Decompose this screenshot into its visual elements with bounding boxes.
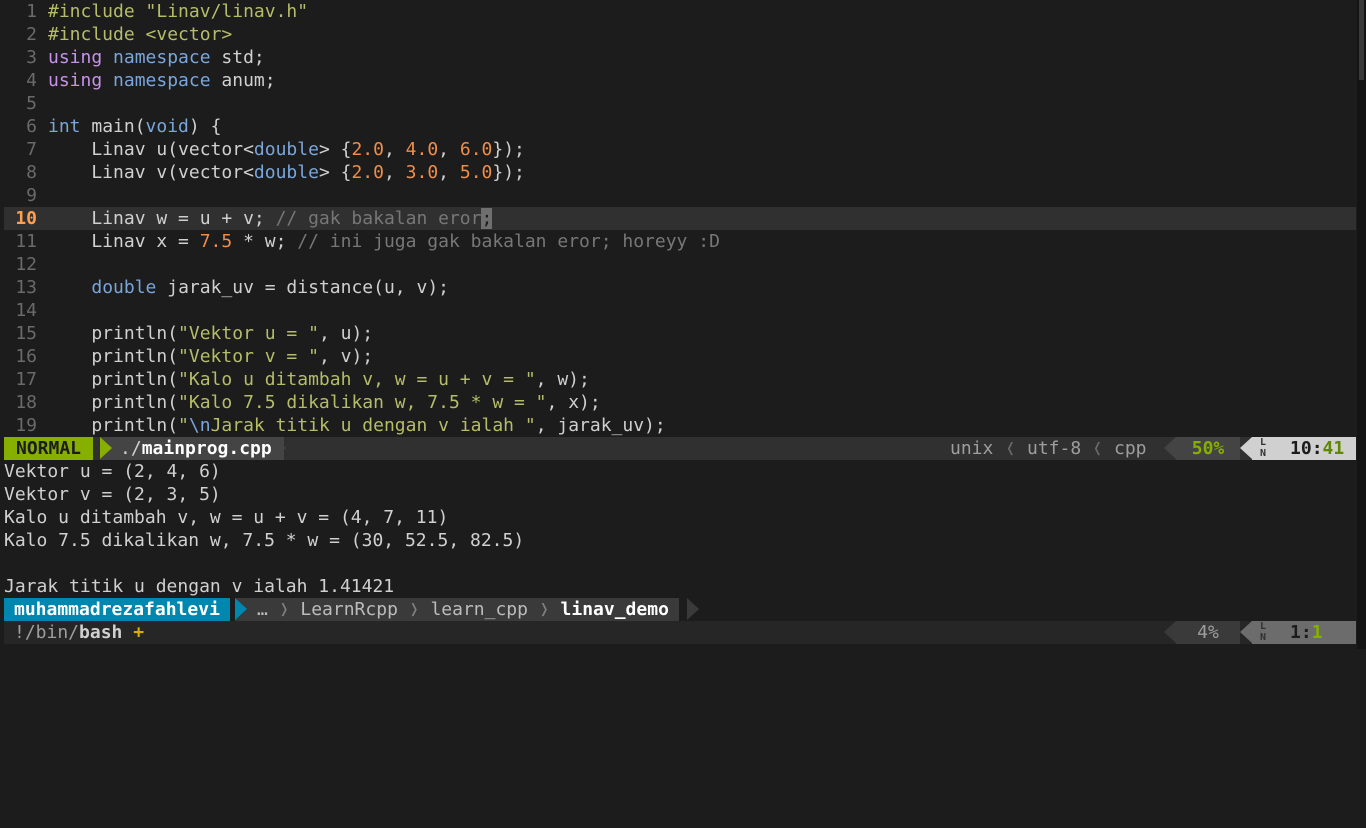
mode-indicator: NORMAL [4,437,94,460]
code-line: 8 Linav v(vector<double> {2.0, 3.0, 5.0}… [4,161,1356,184]
powerline-arrow-icon [100,437,112,459]
output-line: Vektor u = (2, 4, 6) [4,461,221,482]
chevron-right-icon: ❭ [278,599,290,620]
powerline-arrow-icon [235,598,247,620]
powerline-arrow-icon [274,437,286,459]
line-number-icon: LN [1260,621,1267,643]
code-editor[interactable]: 1 #include "Linav/linav.h" 2 #include <vec… [4,0,1356,437]
shell-name: !/bin/bash + [14,622,145,643]
line-number: 17 [15,369,37,390]
fileformat: unix [950,438,994,459]
code-line: 9 [4,184,1356,207]
code-line: 14 [4,299,1356,322]
code-line: 17 println("Kalo u ditambah v, w = u + v… [4,368,1356,391]
code-line: 19 println("\nJarak titik u dengan v ial… [4,414,1356,437]
code-line: 11 Linav x = 7.5 * w; // ini juga gak ba… [4,230,1356,253]
line-number: 10 [15,208,37,229]
code-line: 5 [4,92,1356,115]
code-line: 4 using namespace anum; [4,69,1356,92]
scrollbar[interactable] [1357,0,1366,649]
modified-indicator: + [133,622,145,643]
text-cursor: ; [481,208,493,229]
line-number: 19 [15,415,37,436]
line-number: 9 [26,185,37,206]
terminal-output: Vektor u = (2, 4, 6) Vektor v = (2, 3, 5… [4,460,1356,598]
code-line: 1 #include "Linav/linav.h" [4,0,1356,23]
line-number: 1 [26,1,37,22]
line-number-icon: LN [1260,437,1267,459]
output-line: Kalo 7.5 dikalikan w, 7.5 * w = (30, 52.… [4,530,525,551]
line-number: 6 [26,116,37,137]
powerline-arrow-icon [1240,621,1252,643]
powerline-arrow-icon [1164,621,1176,643]
line-number: 13 [15,277,37,298]
scroll-percent: 4% [1176,621,1240,644]
vim-statusline: NORMAL ./mainprog.cpp unix ❬ utf-8 ❬ cpp… [4,437,1356,460]
file-path[interactable]: ./mainprog.cpp [100,437,284,460]
prompt-user: muhammadrezafahlevi [4,598,230,621]
filetype: cpp [1114,438,1147,459]
code-line: 7 Linav u(vector<double> {2.0, 4.0, 6.0}… [4,138,1356,161]
encoding: utf-8 [1027,438,1082,459]
line-number: 4 [26,70,37,91]
code-line: 13 double jarak_uv = distance(u, v); [4,276,1356,299]
line-number: 5 [26,93,37,114]
scroll-percent: 50% [1176,437,1240,460]
cursor-position: LN 10:41 [1252,437,1356,460]
powerline-arrow-icon [1164,437,1176,459]
line-number: 7 [26,139,37,160]
chevron-right-icon: ❭ [408,599,420,620]
code-line: 3 using namespace std; [4,46,1356,69]
output-line: Vektor v = (2, 3, 5) [4,484,221,505]
code-line: 15 println("Vektor u = ", u); [4,322,1356,345]
code-line-current: 10 Linav w = u + v; // gak bakalan eror; [4,207,1356,230]
powerline-arrow-icon [687,598,699,620]
line-number: 15 [15,323,37,344]
chevron-left-icon: ❬ [1092,438,1103,459]
line-number: 14 [15,300,37,321]
code-line: 16 println("Vektor v = ", v); [4,345,1356,368]
terminal-window: 1 #include "Linav/linav.h" 2 #include <vec… [4,0,1356,649]
line-number: 11 [15,231,37,252]
line-number: 12 [15,254,37,275]
code-line: 2 #include <vector> [4,23,1356,46]
line-number: 18 [15,392,37,413]
line-number: 3 [26,47,37,68]
prompt-path: … ❭ LearnRcpp ❭ learn_cpp ❭ linav_demo [235,598,679,621]
chevron-right-icon: ❭ [538,599,550,620]
cursor-position: LN 1:1 [1252,621,1356,644]
chevron-left-icon: ❬ [1005,438,1016,459]
powerline-arrow-icon [1240,437,1252,459]
line-number: 8 [26,162,37,183]
code-line: 18 println("Kalo 7.5 dikalikan w, 7.5 * … [4,391,1356,414]
line-number: 16 [15,346,37,367]
line-number: 2 [26,24,37,45]
code-line: 6 int main(void) { [4,115,1356,138]
terminal-statusline: !/bin/bash + 4% LN 1:1 [4,621,1356,644]
output-line: Jarak titik u dengan v ialah 1.41421 [4,576,395,597]
shell-prompt: muhammadrezafahlevi … ❭ LearnRcpp ❭ lear… [4,598,1356,621]
scrollbar-thumb[interactable] [1359,0,1364,80]
code-line: 12 [4,253,1356,276]
output-line: Kalo u ditambah v, w = u + v = (4, 7, 11… [4,507,449,528]
